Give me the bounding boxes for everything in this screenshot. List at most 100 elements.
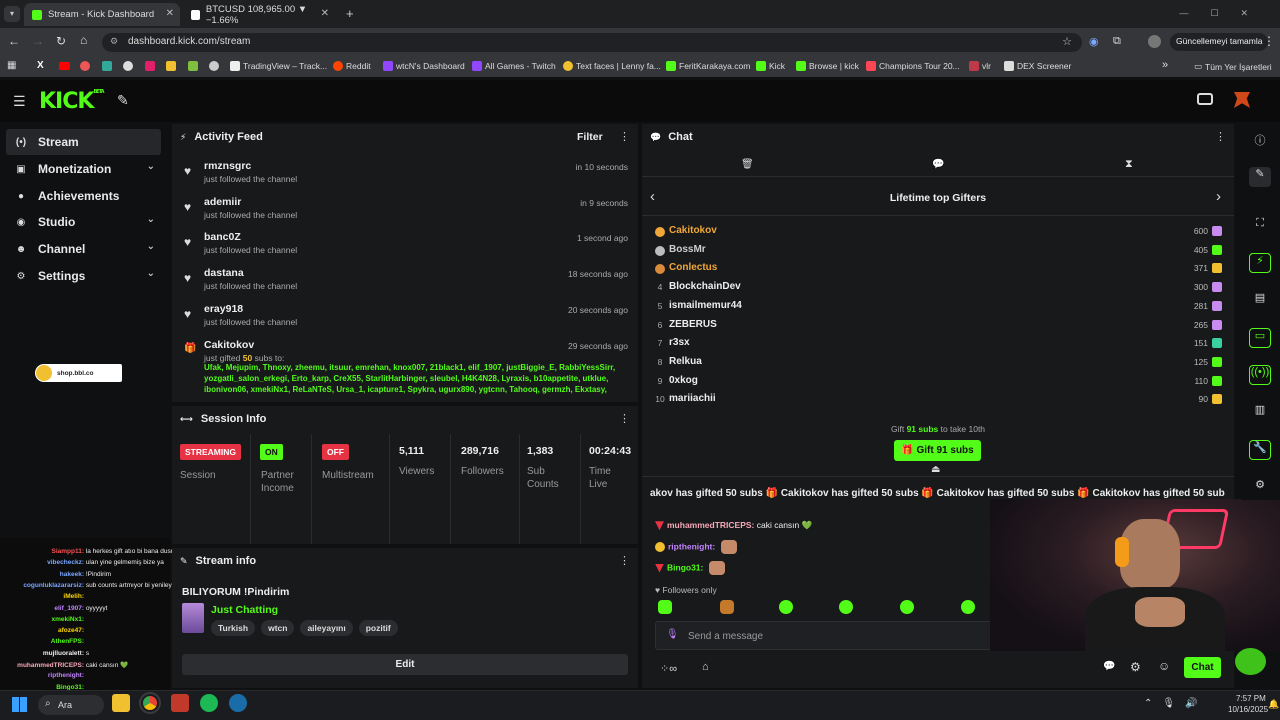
bookmark-icon[interactable] (145, 61, 155, 71)
steam-icon[interactable] (229, 694, 247, 712)
extension-icon[interactable]: ◉ (1089, 35, 1099, 48)
activity-item[interactable]: ♥ dastana just followed the channel 18 seco… (182, 267, 632, 295)
sidebar-item-achievements[interactable]: ● Achievements (6, 183, 161, 209)
sidebar-item-studio[interactable]: ◉ Studio ⌄ (6, 209, 161, 235)
chat-send-button[interactable]: Chat (1184, 657, 1221, 678)
bookmark-icon[interactable] (166, 61, 176, 71)
more-options-icon[interactable]: ⋮ (619, 412, 630, 425)
camera-icon[interactable] (1197, 93, 1213, 105)
spotify-icon[interactable] (200, 694, 218, 712)
gift-subs-button[interactable]: 🎁 Gift 91 subs (894, 440, 981, 461)
chat-username[interactable]: ripthenight: (668, 541, 715, 551)
stack-icon[interactable]: ▥ (1249, 403, 1271, 423)
screen-capture-icon[interactable]: ⛶ (1249, 217, 1271, 237)
bookmark-wtcn-dashboard[interactable]: wtcN's Dashboard (383, 61, 465, 71)
all-bookmarks[interactable]: ▭ Tüm Yer İşaretleri (1194, 61, 1272, 72)
bookmark-icon[interactable] (123, 61, 133, 71)
gifter-name[interactable]: Conlectus (669, 262, 717, 273)
bookmark-tradingview[interactable]: TradingView – Track... (230, 61, 327, 71)
sidebar-item-stream[interactable]: (•) Stream (6, 129, 161, 155)
activity-username[interactable]: eray918 (204, 303, 243, 315)
activity-item[interactable]: ♥ eray918 just followed the channel 20 seco… (182, 303, 632, 331)
activity-username[interactable]: rmznsgrc (204, 160, 251, 172)
sidebar-item-monetization[interactable]: ▣ Monetization ⌄ (6, 156, 161, 182)
more-options-icon[interactable]: ⋮ (619, 554, 630, 567)
x-bookmark-icon[interactable]: X (37, 60, 44, 71)
kick-logo[interactable]: KICKBETA (39, 89, 105, 114)
taskbar-search[interactable]: ⌕ Ara (38, 695, 104, 715)
gifter-name[interactable]: ismailmemur44 (669, 300, 742, 311)
bookmark-icon[interactable] (102, 61, 112, 71)
new-tab-button[interactable]: + (346, 6, 354, 21)
emote-icon[interactable] (961, 600, 975, 614)
gifter-row[interactable]: 5 ismailmemur44 281 (654, 298, 1224, 316)
bookmark-text-faces[interactable]: Text faces | Lenny fa... (563, 61, 661, 71)
user-avatar[interactable] (1234, 92, 1250, 108)
site-info-icon[interactable]: ⚙ (110, 36, 118, 47)
menu-dots-icon[interactable]: ⋮ (1263, 34, 1275, 48)
clock-time[interactable]: 7:57 PM (1236, 694, 1266, 703)
tab-search-button[interactable]: ▾ (4, 6, 20, 22)
gifter-name[interactable]: mariiachii (669, 393, 716, 404)
bookmark-vlr[interactable]: vlr (969, 61, 991, 71)
chat-bubble-icon[interactable]: ▭ (1249, 328, 1271, 348)
chat-bubble-icon[interactable]: 💬 (932, 159, 944, 170)
tab-kick-dashboard[interactable]: Stream - Kick Dashboard ✕ (24, 3, 180, 26)
emote-icon[interactable] (839, 600, 853, 614)
more-options-icon[interactable]: ⋮ (1215, 130, 1226, 143)
update-button[interactable]: Güncellemeyi tamamla (1170, 33, 1269, 51)
gear-icon[interactable]: ⚙ (1130, 660, 1141, 674)
collapse-icon[interactable]: ⏏ (931, 464, 940, 475)
bookmark-icon[interactable] (188, 61, 198, 71)
hourglass-icon[interactable]: ⧗ (1125, 158, 1133, 171)
hamburger-menu-icon[interactable]: ☰ (13, 93, 26, 110)
emote-icon[interactable] (720, 600, 734, 614)
tag[interactable]: aileyayını (300, 620, 353, 636)
broadcast-icon[interactable]: ((•)) (1249, 365, 1271, 385)
clock-date[interactable]: 10/16/2025 (1228, 705, 1268, 714)
info-icon[interactable]: ⓘ (1249, 132, 1271, 152)
bookmarks-more-button[interactable]: » (1162, 59, 1168, 71)
back-icon[interactable]: ← (8, 34, 20, 48)
activity-gift-item[interactable]: 🎁 Cakitokov just gifted 50 subs to: Ufak, M… (182, 339, 632, 401)
bookmark-feritkarakaya[interactable]: FeritKarakaya.com (666, 61, 750, 71)
gifter-row[interactable]: 4 BlockchainDev 300 (654, 279, 1224, 297)
bookmark-icon[interactable] (209, 61, 219, 71)
chat-bubble-icon[interactable]: 💬 (1103, 661, 1115, 672)
filter-button[interactable]: Filter (577, 131, 603, 143)
reload-icon[interactable]: ↻ (56, 34, 66, 48)
tray-icons[interactable]: ⌃🎙🔊 (1144, 698, 1208, 709)
tag[interactable]: Turkish (211, 620, 256, 636)
gifter-name[interactable]: 0xkog (669, 375, 698, 386)
tab-btcusd[interactable]: BTCUSD 108,965.00 ▼ −1.66% ✕ (183, 3, 335, 26)
gifter-row[interactable]: Cakitokov 600 (654, 223, 1224, 241)
gifter-name[interactable]: BlockchainDev (669, 281, 741, 292)
activity-item[interactable]: ♥ rmznsgrc just followed the channel in 10 … (182, 160, 632, 188)
trash-icon[interactable]: 🗑 (741, 159, 754, 170)
microphone-icon[interactable]: 🎙 (666, 629, 679, 640)
edit-button[interactable]: Edit (182, 654, 628, 675)
tag[interactable]: pozitif (358, 620, 398, 636)
emote-icon[interactable] (900, 600, 914, 614)
gifter-row[interactable]: 7 r3sx 151 (654, 335, 1224, 353)
sidebar-item-settings[interactable]: ⚙ Settings ⌄ (6, 263, 161, 289)
address-bar[interactable]: ⚙ dashboard.kick.com/stream ☆ (102, 33, 1082, 52)
chevron-right-icon[interactable]: › (1216, 188, 1221, 205)
tools-icon[interactable]: ✎ (117, 92, 129, 109)
sidebar-item-channel[interactable]: ☻ Channel ⌄ (6, 236, 161, 262)
activity-item[interactable]: ♥ banc0Z just followed the channel 1 second… (182, 231, 632, 259)
chat-username[interactable]: Bingo31: (667, 562, 703, 572)
extensions-puzzle-icon[interactable]: ⧉ (1113, 35, 1121, 48)
close-tab-icon[interactable]: ✕ (321, 8, 329, 19)
chat-input[interactable]: 🎙 Send a message (655, 621, 995, 650)
category-name[interactable]: Just Chatting (211, 604, 278, 616)
gifter-name[interactable]: Cakitokov (669, 225, 717, 236)
bookmark-all-games-twitch[interactable]: All Games - Twitch (472, 61, 556, 71)
gifter-name[interactable]: Relkua (669, 356, 702, 367)
activity-username[interactable]: ademiir (204, 196, 241, 208)
pencil-icon[interactable]: ✎ (1249, 167, 1271, 187)
close-tab-icon[interactable]: ✕ (166, 8, 174, 19)
store-icon[interactable]: ⌂ (702, 661, 709, 673)
avatar[interactable] (1148, 35, 1161, 48)
file-explorer-icon[interactable] (112, 694, 130, 712)
